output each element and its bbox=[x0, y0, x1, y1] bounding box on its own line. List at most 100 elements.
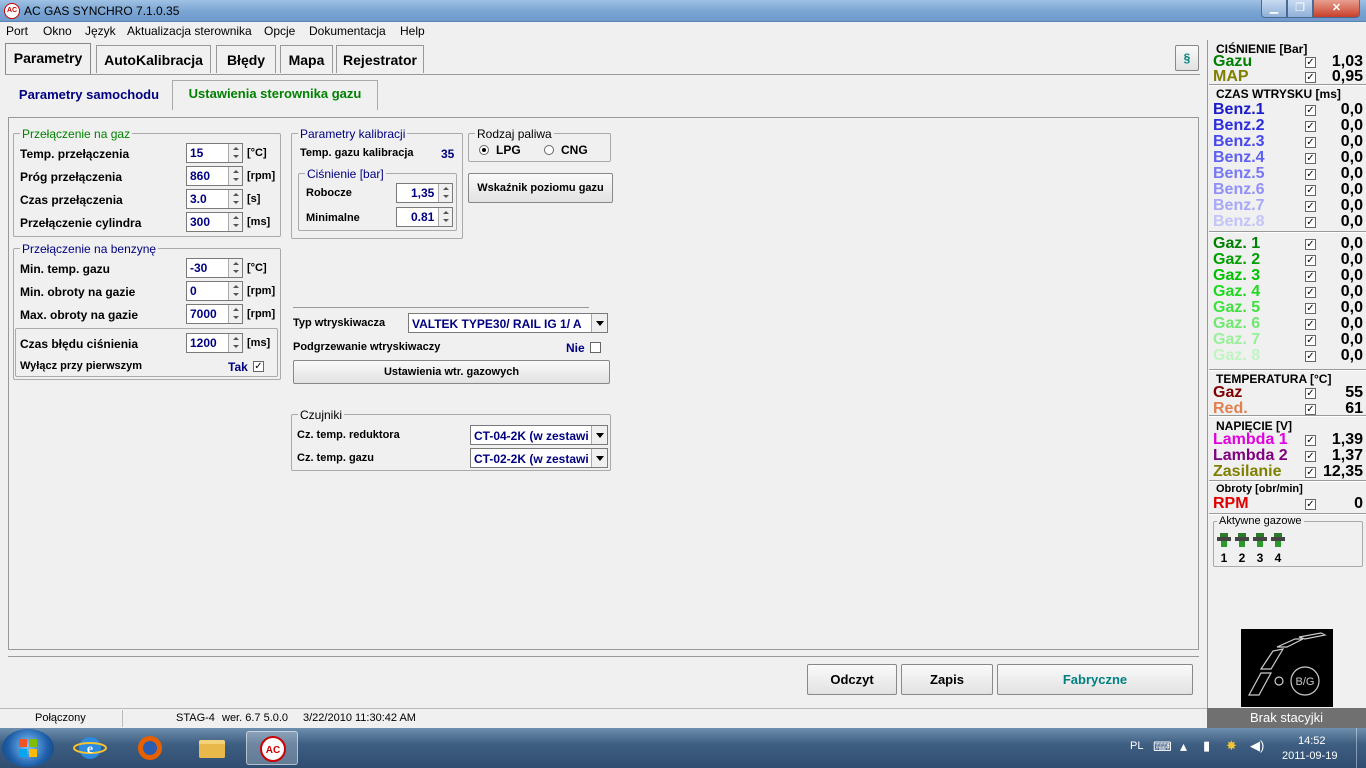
tray-arrow-icon[interactable]: ▴ bbox=[1180, 738, 1187, 755]
calib-temp-label: Temp. gazu kalibracja bbox=[300, 147, 414, 159]
max-rpm-input[interactable]: 7000 bbox=[186, 304, 243, 324]
menu-okno[interactable]: Okno bbox=[43, 24, 72, 38]
temperature-checkbox[interactable]: ✓ bbox=[1305, 404, 1316, 415]
min-rpm-input[interactable]: 0 bbox=[186, 281, 243, 301]
read-button[interactable]: Odczyt bbox=[807, 664, 897, 695]
explorer-taskbar-button[interactable] bbox=[186, 731, 238, 765]
menu-port[interactable]: Port bbox=[6, 24, 28, 38]
injector-settings-button[interactable]: Ustawienia wtr. gazowych bbox=[293, 360, 610, 384]
gas-injection-checkbox[interactable]: ✓ bbox=[1305, 303, 1316, 314]
ie-taskbar-button[interactable]: e bbox=[64, 731, 116, 765]
firefox-taskbar-button[interactable] bbox=[124, 731, 176, 765]
active-injector-4: 4 bbox=[1270, 532, 1286, 565]
close-button[interactable]: ✕ bbox=[1313, 0, 1360, 18]
voltage-checkbox[interactable]: ✓ bbox=[1305, 435, 1316, 446]
tab-autokalibracja[interactable]: AutoKalibracja bbox=[96, 45, 211, 73]
tab-bledy[interactable]: Błędy bbox=[216, 45, 276, 73]
working-pressure-input[interactable]: 1,35 bbox=[396, 183, 453, 203]
pressure-checkbox[interactable]: ✓ bbox=[1305, 72, 1316, 83]
gas-injection-value: 0,0 bbox=[1340, 347, 1363, 364]
cng-radio[interactable] bbox=[544, 145, 554, 155]
folder-icon bbox=[199, 740, 225, 758]
petrol-injection-checkbox[interactable]: ✓ bbox=[1305, 105, 1316, 116]
menu-jezyk[interactable]: Język bbox=[85, 24, 116, 38]
dropdown-arrow-icon[interactable] bbox=[591, 314, 607, 332]
separator bbox=[1209, 231, 1366, 233]
taskbar: e AC PL ⌨ ▴ ▮ ✸ ◀) 14:52 2011-09-19 bbox=[0, 728, 1366, 768]
spin-arrows-icon[interactable] bbox=[228, 190, 242, 208]
keyboard-icon[interactable]: ⌨ bbox=[1153, 739, 1172, 755]
lpg-radio[interactable] bbox=[479, 145, 489, 155]
internet-explorer-icon: e bbox=[73, 737, 107, 759]
temp-switch-input[interactable]: 15 bbox=[186, 143, 243, 163]
gas-injection-checkbox[interactable]: ✓ bbox=[1305, 271, 1316, 282]
subtab-ustawienia-sterownika[interactable]: Ustawienia sterownika gazu bbox=[172, 80, 378, 110]
clock-time[interactable]: 14:52 bbox=[1298, 735, 1326, 747]
temperature-checkbox[interactable]: ✓ bbox=[1305, 388, 1316, 399]
rpm-checkbox[interactable]: ✓ bbox=[1305, 499, 1316, 510]
show-desktop-button[interactable] bbox=[1356, 728, 1366, 768]
tab-parametry[interactable]: Parametry bbox=[5, 43, 91, 74]
language-indicator[interactable]: PL bbox=[1130, 740, 1143, 752]
gas-injection-checkbox[interactable]: ✓ bbox=[1305, 335, 1316, 346]
petrol-injection-checkbox[interactable]: ✓ bbox=[1305, 169, 1316, 180]
voltage-checkbox[interactable]: ✓ bbox=[1305, 467, 1316, 478]
petrol-injection-checkbox[interactable]: ✓ bbox=[1305, 153, 1316, 164]
pressure-value: 0,95 bbox=[1331, 68, 1363, 85]
spin-arrows-icon[interactable] bbox=[228, 334, 242, 352]
dropdown-arrow-icon[interactable] bbox=[591, 426, 607, 444]
minimize-button[interactable]: ▁ bbox=[1261, 0, 1287, 18]
menu-opcje[interactable]: Opcje bbox=[264, 24, 295, 38]
pressure-checkbox[interactable]: ✓ bbox=[1305, 57, 1316, 68]
dropdown-arrow-icon[interactable] bbox=[591, 449, 607, 467]
subtab-parametry-samochodu[interactable]: Parametry samochodu bbox=[5, 81, 173, 107]
tab-mapa[interactable]: Mapa bbox=[280, 45, 333, 73]
spin-arrows-icon[interactable] bbox=[438, 184, 452, 202]
factory-button[interactable]: Fabryczne bbox=[997, 664, 1193, 695]
spin-arrows-icon[interactable] bbox=[228, 305, 242, 323]
petrol-injection-checkbox[interactable]: ✓ bbox=[1305, 217, 1316, 228]
action-center-icon[interactable]: ✸ bbox=[1226, 738, 1237, 754]
clock-date[interactable]: 2011-09-19 bbox=[1282, 750, 1337, 762]
gas-injection-checkbox[interactable]: ✓ bbox=[1305, 239, 1316, 250]
injector-heat-checkbox[interactable] bbox=[590, 342, 601, 353]
reducer-sensor-select[interactable]: CT-04-2K (w zestawi bbox=[470, 425, 608, 445]
spin-arrows-icon[interactable] bbox=[228, 282, 242, 300]
start-button[interactable] bbox=[2, 729, 54, 767]
acgas-taskbar-button[interactable]: AC bbox=[246, 731, 298, 765]
spin-arrows-icon[interactable] bbox=[228, 167, 242, 185]
min-pressure-input[interactable]: 0.81 bbox=[396, 207, 453, 227]
cylinder-switch-input[interactable]: 300 bbox=[186, 212, 243, 232]
battery-icon[interactable]: ▮ bbox=[1203, 738, 1210, 754]
petrol-injection-checkbox[interactable]: ✓ bbox=[1305, 121, 1316, 132]
spin-arrows-icon[interactable] bbox=[438, 208, 452, 226]
switch-time-input[interactable]: 3.0 bbox=[186, 189, 243, 209]
spin-arrows-icon[interactable] bbox=[228, 213, 242, 231]
gas-injection-checkbox[interactable]: ✓ bbox=[1305, 287, 1316, 298]
min-gas-temp-input[interactable]: -30 bbox=[186, 258, 243, 278]
gas-level-button[interactable]: Wskaźnik poziomu gazu bbox=[468, 173, 613, 203]
spin-arrows-icon[interactable] bbox=[228, 259, 242, 277]
gas-injection-checkbox[interactable]: ✓ bbox=[1305, 351, 1316, 362]
voltage-checkbox[interactable]: ✓ bbox=[1305, 451, 1316, 462]
menu-help[interactable]: Help bbox=[400, 24, 425, 38]
tab-rejestrator[interactable]: Rejestrator bbox=[336, 45, 424, 73]
injector-type-select[interactable]: VALTEK TYPE30/ RAIL IG 1/ A bbox=[408, 313, 608, 333]
maximize-button[interactable]: ❐ bbox=[1287, 0, 1313, 18]
volume-icon[interactable]: ◀) bbox=[1250, 738, 1264, 754]
spin-arrows-icon[interactable] bbox=[228, 144, 242, 162]
petrol-injection-checkbox[interactable]: ✓ bbox=[1305, 137, 1316, 148]
petrol-injection-checkbox[interactable]: ✓ bbox=[1305, 201, 1316, 212]
gas-injection-checkbox[interactable]: ✓ bbox=[1305, 255, 1316, 266]
first-off-checkbox[interactable]: ✓ bbox=[253, 361, 264, 372]
pressure-error-input[interactable]: 1200 bbox=[186, 333, 243, 353]
pressure-error-label: Czas błędu ciśnienia bbox=[20, 337, 139, 351]
write-button[interactable]: Zapis bbox=[901, 664, 993, 695]
info-button[interactable]: § bbox=[1175, 45, 1199, 71]
menu-aktualizacja[interactable]: Aktualizacja sterownika bbox=[127, 24, 252, 38]
threshold-input[interactable]: 860 bbox=[186, 166, 243, 186]
menu-dokumentacja[interactable]: Dokumentacja bbox=[309, 24, 386, 38]
gas-injection-checkbox[interactable]: ✓ bbox=[1305, 319, 1316, 330]
gas-sensor-select[interactable]: CT-02-2K (w zestawi bbox=[470, 448, 608, 468]
petrol-injection-checkbox[interactable]: ✓ bbox=[1305, 185, 1316, 196]
